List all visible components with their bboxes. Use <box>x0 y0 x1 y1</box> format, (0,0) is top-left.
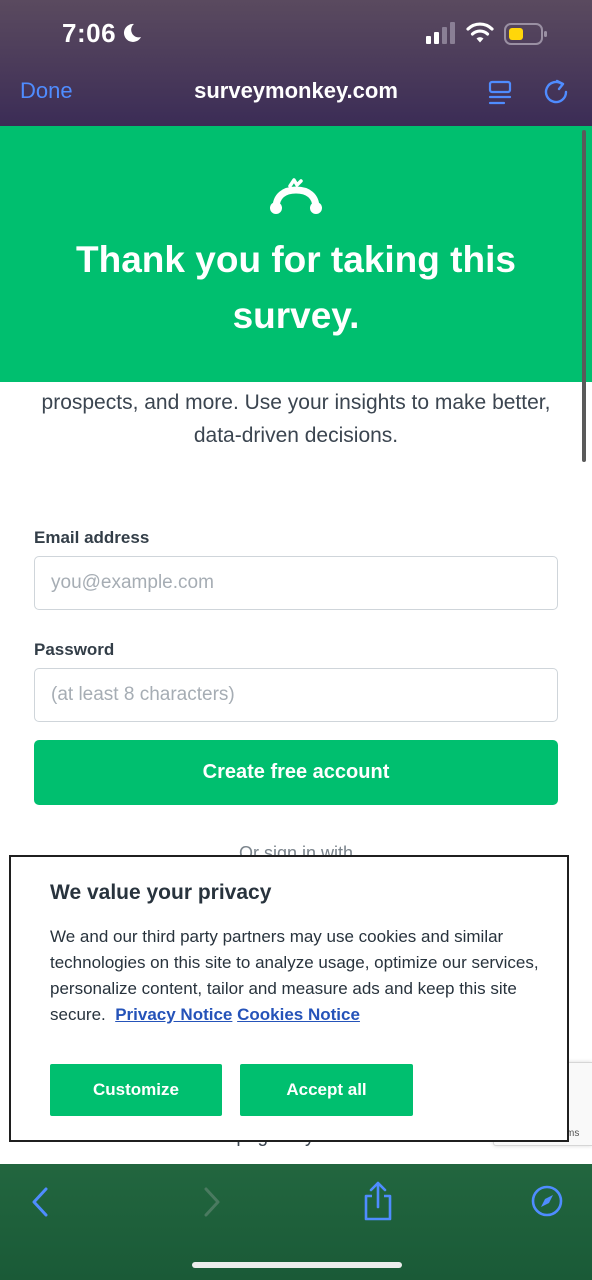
signal-icon <box>426 22 455 44</box>
cookies-notice-link[interactable]: Cookies Notice <box>237 1005 360 1024</box>
page-title: Thank you for taking this survey. <box>76 239 516 336</box>
reader-icon[interactable] <box>488 80 514 106</box>
status-time: 7:06 <box>62 18 117 48</box>
email-field[interactable] <box>34 556 558 610</box>
password-label: Password <box>34 640 115 659</box>
forward-icon[interactable] <box>202 1186 222 1218</box>
battery-icon <box>504 23 547 45</box>
privacy-dialog: We value your privacy We and our third p… <box>9 855 569 1142</box>
accept-all-button[interactable]: Accept all <box>240 1064 413 1116</box>
compass-icon[interactable] <box>530 1184 564 1218</box>
back-icon[interactable] <box>30 1186 50 1218</box>
create-account-button[interactable]: Create free account <box>34 740 558 805</box>
privacy-body: We and our third party partners may use … <box>50 924 550 1028</box>
browser-top-bar: 7:06 Done surveymonkey.com <box>0 0 592 126</box>
wifi-icon <box>466 22 494 43</box>
page-scrollbar[interactable] <box>582 130 586 462</box>
thank-you-banner: Thank you for taking this survey. <box>0 126 592 382</box>
customize-button[interactable]: Customize <box>50 1064 222 1116</box>
surveymonkey-logo-icon <box>270 178 322 214</box>
home-indicator <box>192 1262 402 1268</box>
email-label: Email address <box>34 528 150 547</box>
privacy-notice-link[interactable]: Privacy Notice <box>115 1005 232 1024</box>
moon-icon <box>123 23 141 42</box>
password-field[interactable] <box>34 668 558 722</box>
share-icon[interactable] <box>362 1180 394 1222</box>
intro-text: prospects, and more. Use your insights t… <box>41 391 551 447</box>
privacy-title: We value your privacy <box>50 881 272 904</box>
reload-icon[interactable] <box>542 78 570 106</box>
